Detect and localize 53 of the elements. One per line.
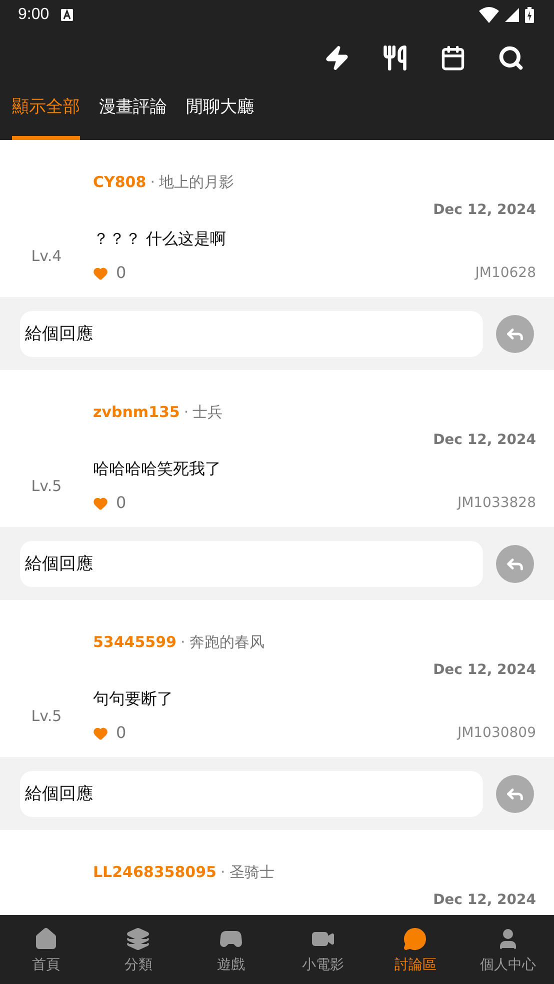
house-icon [34,926,58,950]
calendar-icon[interactable] [440,44,466,70]
nav-tab[interactable]: 遊戲 [184,915,277,984]
reply-input[interactable]: 給個回應 [20,310,483,356]
user-title: 士兵 [192,402,223,422]
separator-dot: · [150,172,155,192]
nav-tab[interactable]: 小電影 [277,915,370,984]
signal-icon [505,8,519,22]
comment-text: 句句要断了 [93,689,173,708]
speech-bubble-icon [403,926,428,950]
separator-dot: · [220,862,226,882]
user-title: 圣骑士 [229,862,274,882]
heart-icon[interactable] [93,496,108,510]
user-title: 地上的月影 [158,172,234,192]
reply-button[interactable] [496,314,534,352]
nav-tab[interactable]: 討論區 [369,915,462,984]
reply-input[interactable]: 給個回應 [20,540,483,586]
user-title: 奔跑的春风 [189,632,264,652]
search-icon[interactable] [498,44,524,70]
lightning-icon[interactable] [324,44,350,70]
battery-icon [525,7,534,23]
wifi-icon [479,7,499,23]
user-level: Lv.5 [31,706,62,726]
comment-text: 哈哈哈哈笑死我了 [93,459,221,478]
notification-icon [61,9,74,21]
nav-tab[interactable]: 首頁 [0,915,92,984]
nav-tab[interactable]: 分類 [92,915,185,984]
like-count: 0 [116,492,126,514]
layers-icon [126,926,150,950]
category-tab[interactable]: 漫畫評論 [99,85,167,140]
comic-id: JM1030809 [457,724,536,742]
nav-tab[interactable]: 個人中心 [462,915,554,984]
comment-date: Dec 12, 2024 [433,891,536,910]
user-level: Lv.4 [31,246,62,266]
fork-knife-icon[interactable] [382,44,408,70]
status-time: 9:00 [18,5,50,25]
comic-id: JM1033828 [457,494,536,512]
user-level: Lv.5 [31,476,62,496]
comic-id: JM10628 [475,264,536,282]
separator-dot: · [180,632,186,652]
comment-date: Dec 12, 2024 [433,661,536,680]
like-count: 0 [116,262,126,284]
separator-dot: · [184,402,189,422]
like-count: 0 [116,722,126,744]
comment-date: Dec 12, 2024 [433,431,536,450]
comment-text: ？？？ 什么这是啊 [93,229,226,248]
heart-icon[interactable] [93,726,108,740]
reply-input[interactable]: 給個回應 [20,770,483,816]
heart-icon[interactable] [93,266,108,280]
category-tab[interactable]: 閒聊大廳 [186,85,254,140]
reply-button[interactable] [496,774,534,812]
reply-button[interactable] [496,544,534,582]
comment-date: Dec 12, 2024 [433,201,536,220]
